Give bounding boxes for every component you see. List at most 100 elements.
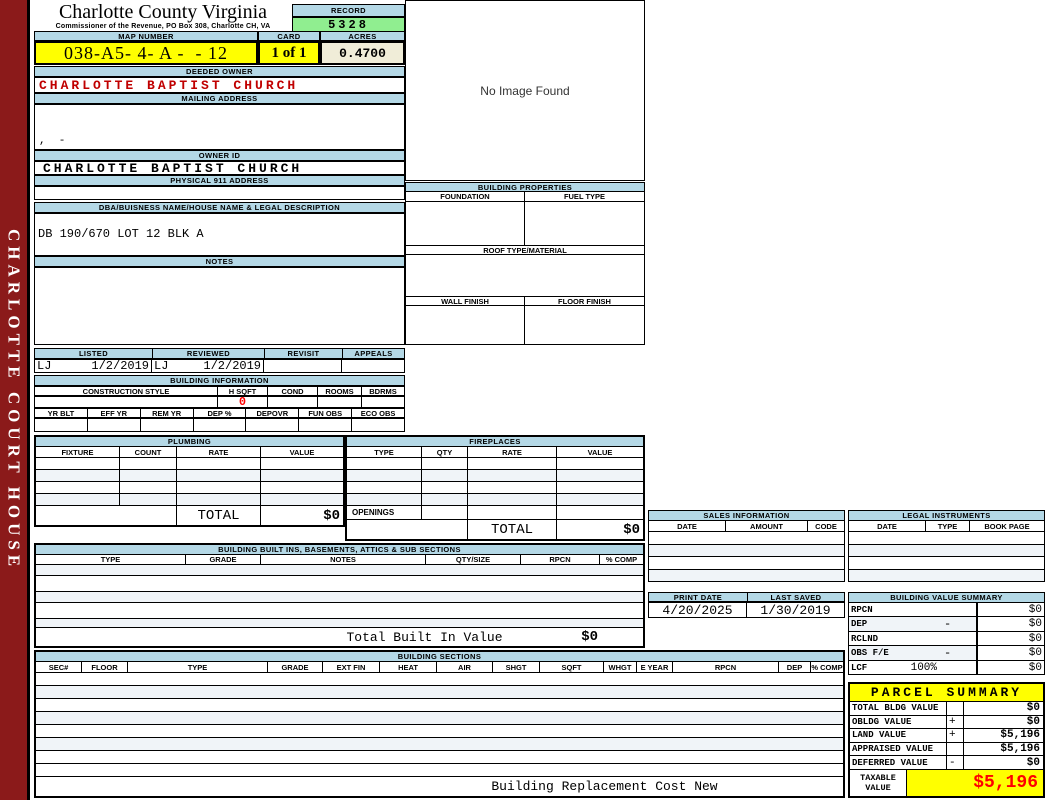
notes-label: NOTES <box>34 256 405 267</box>
bi-qtysize-label: QTY/SIZE <box>426 555 521 564</box>
floor-finish-value <box>525 306 644 344</box>
deeded-owner-value: CHARLOTTE BAPTIST CHURCH <box>34 77 405 93</box>
print-date-label: PRINT DATE <box>648 592 747 602</box>
building-info-header-row1: CONSTRUCTION STYLE H SQFT COND ROOMS BDR… <box>34 386 405 396</box>
record-label: RECORD <box>292 4 405 17</box>
bvs-dep-value: $0 <box>976 617 1044 631</box>
plumbing-header-row: FIXTURE COUNT RATE VALUE <box>36 447 343 458</box>
fireplaces-total-row: TOTAL $0 <box>347 520 643 539</box>
hsqft-value: 0 <box>218 395 268 409</box>
dba-label: DBA/BUISNESS NAME/HOUSE NAME & LEGAL DES… <box>34 202 405 213</box>
parcel-row-deferred: DEFERRED VALUE - $0 <box>850 756 1043 770</box>
plumbing-row <box>36 470 343 482</box>
parcel-land-op: + <box>947 729 964 742</box>
remyr-label: REM YR <box>140 409 194 418</box>
count-label: COUNT <box>120 447 177 457</box>
building-sections-row <box>36 699 843 712</box>
parcel-land-value: $5,196 <box>1000 729 1040 742</box>
cond-value <box>268 397 318 407</box>
revisit-value <box>264 360 342 372</box>
building-info-value-row2 <box>34 418 405 432</box>
rate-label: RATE <box>177 447 261 457</box>
built-ins-table: BUILDING BUILT INS, BASEMENTS, ATTICS & … <box>34 543 645 648</box>
parcel-summary-title: PARCEL SUMMARY <box>850 684 1043 702</box>
building-info-header-row2: YR BLT EFF YR REM YR DEP % DEPOVR FUN OB… <box>34 408 405 418</box>
parcel-obldg-value: $0 <box>1026 715 1040 728</box>
parcel-totalbldg-label: TOTAL BLDG VALUE <box>850 702 947 715</box>
legal-type-label: TYPE <box>926 521 970 531</box>
parcel-appraised-op <box>947 742 964 756</box>
legal-row <box>849 544 1044 557</box>
wall-finish-value <box>406 306 525 344</box>
openings-label: OPENINGS <box>347 506 422 519</box>
parcel-totalbldg-op <box>947 702 964 715</box>
dba-value: DB 190/670 LOT 12 BLK A <box>34 213 405 256</box>
listed-value: LJ 1/2/2019 <box>35 359 152 373</box>
building-properties-table: BUILDING PROPERTIES FOUNDATION FUEL TYPE… <box>405 182 645 345</box>
construction-style-label: CONSTRUCTION STYLE <box>35 387 218 396</box>
legal-bookpage-label: BOOK PAGE <box>970 521 1044 531</box>
bdrms-value <box>362 397 404 407</box>
building-sections-table: BUILDING SECTIONS SEC# FLOOR TYPE GRADE … <box>34 650 845 798</box>
plumbing-title: PLUMBING <box>36 437 343 447</box>
sales-row <box>649 557 844 570</box>
parcel-appraised-label: APPRAISED VALUE <box>850 742 947 756</box>
plumbing-row <box>36 494 343 506</box>
bi-notes-label: NOTES <box>261 555 426 564</box>
fp-type-label: TYPE <box>347 447 422 457</box>
building-sections-row <box>36 686 843 699</box>
parcel-row-obldg: OBLDG VALUE + $0 <box>850 715 1043 730</box>
bvs-rpcn-label: RPCN <box>851 604 873 615</box>
bvs-lcf-label: LCF <box>851 662 868 673</box>
map-number-label: MAP NUMBER <box>34 31 258 41</box>
effyr-label: EFF YR <box>87 409 141 418</box>
plumbing-total-label: TOTAL <box>177 506 261 525</box>
fireplaces-total-label: TOTAL <box>468 520 557 539</box>
listed-date: 1/2/2019 <box>91 359 149 373</box>
built-ins-title: BUILDING BUILT INS, BASEMENTS, ATTICS & … <box>36 545 643 555</box>
building-sections-footer: Building Replacement Cost New <box>491 779 718 794</box>
bdrms-label: BDRMS <box>362 387 404 396</box>
bvs-row-dep: DEP - $0 <box>849 617 1044 632</box>
bvs-obs-label: OBS F/E <box>851 648 889 658</box>
parcel-obldg-op: + <box>947 715 964 729</box>
bi-rpcn-label: RPCN <box>521 555 600 564</box>
building-value-summary-table: BUILDING VALUE SUMMARY RPCN $0 DEP - $0 … <box>848 592 1045 675</box>
ecoobs-label: ECO OBS <box>352 409 405 418</box>
reviewed-value: LJ 1/2/2019 <box>152 359 264 373</box>
sales-information-title: SALES INFORMATION <box>649 511 844 521</box>
reviewed-date: 1/2/2019 <box>203 359 261 373</box>
parcel-deferred-op: - <box>947 756 964 769</box>
fp-rate-label: RATE <box>468 447 557 457</box>
bvs-rclnd-value: $0 <box>976 632 1044 645</box>
fireplaces-table: FIREPLACES TYPE QTY RATE VALUE OPENINGS … <box>345 435 645 541</box>
appeals-label: APPEALS <box>342 348 405 359</box>
parcel-appraised-value: $5,196 <box>1000 743 1040 756</box>
depovr-label: DEPOVR <box>246 409 300 418</box>
legal-row <box>849 557 1044 570</box>
bs-sec-label: SEC# <box>36 662 82 672</box>
parcel-totalbldg-value: $0 <box>1026 702 1040 715</box>
bvs-obs-value: $0 <box>976 646 1044 660</box>
roof-value <box>406 255 644 297</box>
built-ins-row <box>36 565 643 577</box>
bvs-row-rclnd: RCLND $0 <box>849 632 1044 646</box>
property-image-placeholder: No Image Found <box>405 0 645 181</box>
plumbing-total-value: $0 <box>323 507 340 524</box>
bvs-lcf-pct: 100% <box>910 661 937 674</box>
sales-information-table: SALES INFORMATION DATE AMOUNT CODE <box>648 510 845 582</box>
physical-address-value <box>34 186 405 200</box>
floor-finish-label: FLOOR FINISH <box>525 297 644 306</box>
bs-dep-label: DEP <box>779 662 811 672</box>
sales-code-label: CODE <box>808 521 844 531</box>
commissioner-address: Commissioner of the Revenue, PO Box 308,… <box>55 23 271 30</box>
fireplaces-openings-row: OPENINGS <box>347 506 643 520</box>
sales-row <box>649 544 844 557</box>
plumbing-table: PLUMBING FIXTURE COUNT RATE VALUE TOTAL … <box>34 435 345 527</box>
foundation-value <box>406 202 525 245</box>
building-properties-title: BUILDING PROPERTIES <box>406 183 644 192</box>
building-info-value-row1: 0 <box>34 395 405 409</box>
bi-grade-label: GRADE <box>186 555 261 564</box>
fireplaces-row <box>347 482 643 494</box>
value-label: VALUE <box>261 447 343 457</box>
